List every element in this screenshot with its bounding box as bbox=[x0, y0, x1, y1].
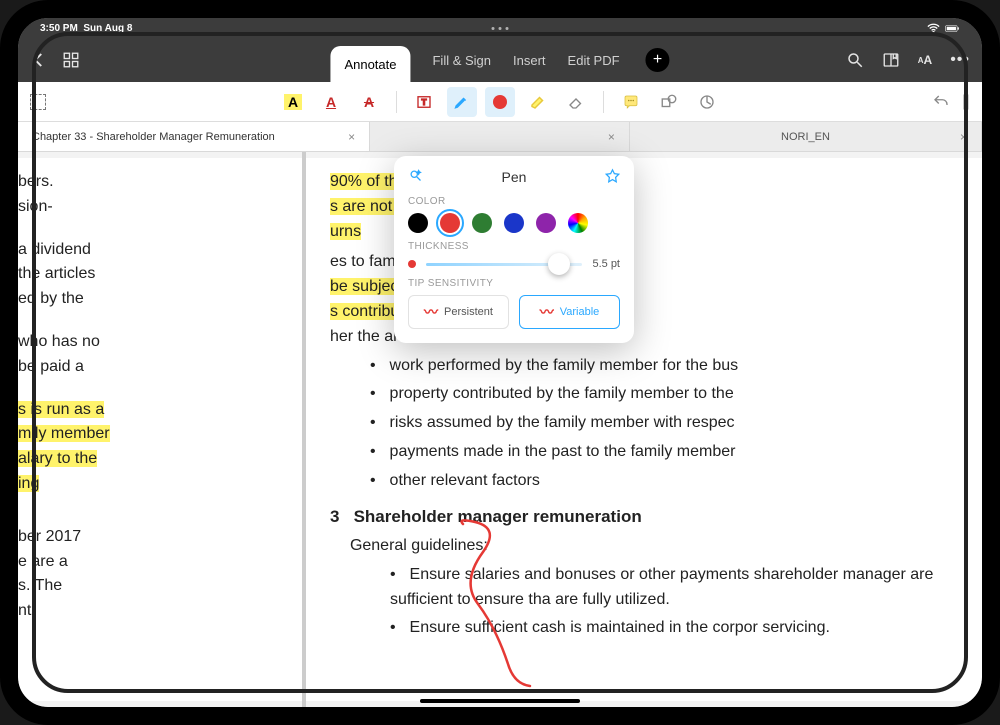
section-heading: 3 Shareholder manager remuneration bbox=[330, 504, 970, 530]
color-blue[interactable] bbox=[504, 213, 524, 233]
slider-thumb[interactable] bbox=[548, 253, 570, 275]
battery-icon bbox=[945, 21, 960, 36]
stamp-tool[interactable] bbox=[692, 87, 722, 117]
underline-tool[interactable]: A bbox=[316, 87, 346, 117]
thickness-value: 5.5 pt bbox=[592, 258, 620, 270]
color-black[interactable] bbox=[408, 213, 428, 233]
home-indicator[interactable] bbox=[420, 699, 580, 703]
tip-sensitivity-label: TIP SENSITIVITY bbox=[408, 278, 620, 289]
list-item: Ensure salaries and bonuses or other pay… bbox=[390, 563, 970, 613]
back-button[interactable] bbox=[30, 51, 48, 69]
doc-tab-label: Chapter 33 - Shareholder Manager Remuner… bbox=[32, 131, 275, 143]
doc-tab-left[interactable]: Chapter 33 - Shareholder Manager Remuner… bbox=[18, 122, 370, 151]
redo-button[interactable]: || bbox=[962, 93, 970, 111]
text-line: General guidelines: bbox=[350, 534, 970, 559]
bookmarks-button[interactable] bbox=[882, 51, 900, 69]
color-purple[interactable] bbox=[536, 213, 556, 233]
color-label: COLOR bbox=[408, 196, 620, 207]
font-size-button[interactable]: AA bbox=[918, 53, 932, 67]
text-line: mily member bbox=[18, 422, 290, 447]
undo-button[interactable] bbox=[932, 93, 950, 111]
multitask-dots[interactable] bbox=[492, 27, 509, 30]
text-line: s is run as a bbox=[18, 398, 290, 423]
list-item: Ensure sufficient cash is maintained in … bbox=[390, 616, 970, 641]
tab-fill-sign[interactable]: Fill & Sign bbox=[432, 38, 491, 82]
toolbar-separator bbox=[603, 91, 604, 113]
doc-tab-right[interactable]: NORI_EN × bbox=[630, 122, 982, 151]
marker-tool[interactable] bbox=[523, 87, 553, 117]
text-line: e are a bbox=[18, 550, 290, 575]
status-indicators bbox=[926, 21, 960, 36]
doc-tab-mid[interactable]: × bbox=[370, 122, 630, 151]
search-button[interactable] bbox=[846, 51, 864, 69]
tip-persistent-button[interactable]: 〰 Persistent bbox=[408, 295, 509, 329]
text-line: the articles bbox=[18, 262, 290, 287]
eraser-tool[interactable] bbox=[561, 87, 591, 117]
shape-tool[interactable] bbox=[654, 87, 684, 117]
pen-settings-popover: Pen COLOR THICKNESS 5.5 pt TIP SENSITIVI… bbox=[394, 156, 634, 343]
color-picker[interactable] bbox=[568, 213, 588, 233]
thumbnails-button[interactable] bbox=[62, 51, 80, 69]
squiggle-icon: 〰 bbox=[540, 302, 554, 322]
close-tab-button[interactable]: × bbox=[608, 130, 615, 144]
text-line: ber 2017 bbox=[18, 525, 290, 550]
text-line: s. The bbox=[18, 574, 290, 599]
thickness-slider[interactable] bbox=[426, 263, 582, 266]
list-item: risks assumed by the family member with … bbox=[370, 411, 970, 436]
close-tab-button[interactable]: × bbox=[960, 130, 967, 144]
status-bar: 3:50 PM Sun Aug 8 bbox=[18, 18, 982, 38]
popover-title: Pen bbox=[502, 169, 527, 185]
annotate-toolbar: A A A T bbox=[18, 82, 982, 122]
sticky-note-tool[interactable] bbox=[616, 87, 646, 117]
more-button[interactable]: ••• bbox=[950, 51, 970, 69]
document-tabs: Chapter 33 - Shareholder Manager Remuner… bbox=[18, 122, 982, 152]
bullet-list: Ensure salaries and bonuses or other pay… bbox=[390, 563, 970, 641]
selection-tool[interactable] bbox=[30, 94, 46, 110]
tab-insert[interactable]: Insert bbox=[513, 38, 546, 82]
bullet-list: work performed by the family member for … bbox=[370, 354, 970, 494]
text-line: ed by the bbox=[18, 287, 290, 312]
text-line: who has no bbox=[18, 330, 290, 355]
text-line: bers. bbox=[18, 170, 290, 195]
text-line: nt bbox=[18, 599, 290, 624]
close-tab-button[interactable]: × bbox=[348, 130, 355, 144]
pen-color-indicator[interactable] bbox=[485, 87, 515, 117]
toolbar-separator bbox=[396, 91, 397, 113]
document-pane-left[interactable]: bers. sion- a dividend the articles ed b… bbox=[18, 152, 302, 707]
text-line: alary to the bbox=[18, 447, 290, 472]
thickness-label: THICKNESS bbox=[408, 241, 620, 252]
strikethrough-tool[interactable]: A bbox=[354, 87, 384, 117]
app-bar: Annotate Fill & Sign Insert Edit PDF + A… bbox=[18, 38, 982, 82]
tab-edit-pdf[interactable]: Edit PDF bbox=[568, 38, 620, 82]
wand-icon[interactable] bbox=[408, 168, 423, 186]
list-item: payments made in the past to the family … bbox=[370, 440, 970, 465]
doc-tab-label: NORI_EN bbox=[781, 131, 830, 143]
text-line: be paid a bbox=[18, 355, 290, 380]
thickness-preview-icon bbox=[408, 260, 416, 268]
list-item: work performed by the family member for … bbox=[370, 354, 970, 379]
color-green[interactable] bbox=[472, 213, 492, 233]
favorite-icon[interactable] bbox=[605, 168, 620, 186]
tab-annotate[interactable]: Annotate bbox=[330, 46, 410, 82]
squiggle-icon: 〰 bbox=[424, 302, 438, 322]
list-item: other relevant factors bbox=[370, 469, 970, 494]
color-red[interactable] bbox=[440, 213, 460, 233]
add-mode-button[interactable]: + bbox=[646, 48, 670, 72]
text-line: ing bbox=[18, 472, 290, 497]
list-item: property contributed by the family membe… bbox=[370, 382, 970, 407]
wifi-icon bbox=[926, 21, 941, 36]
highlight-tool[interactable]: A bbox=[278, 87, 308, 117]
text-line: a dividend bbox=[18, 238, 290, 263]
svg-text:T: T bbox=[421, 98, 426, 107]
text-line: sion- bbox=[18, 195, 290, 220]
pen-tool[interactable] bbox=[447, 87, 477, 117]
status-time: 3:50 PM Sun Aug 8 bbox=[40, 23, 132, 34]
textbox-tool[interactable]: T bbox=[409, 87, 439, 117]
tip-variable-button[interactable]: 〰 Variable bbox=[519, 295, 620, 329]
